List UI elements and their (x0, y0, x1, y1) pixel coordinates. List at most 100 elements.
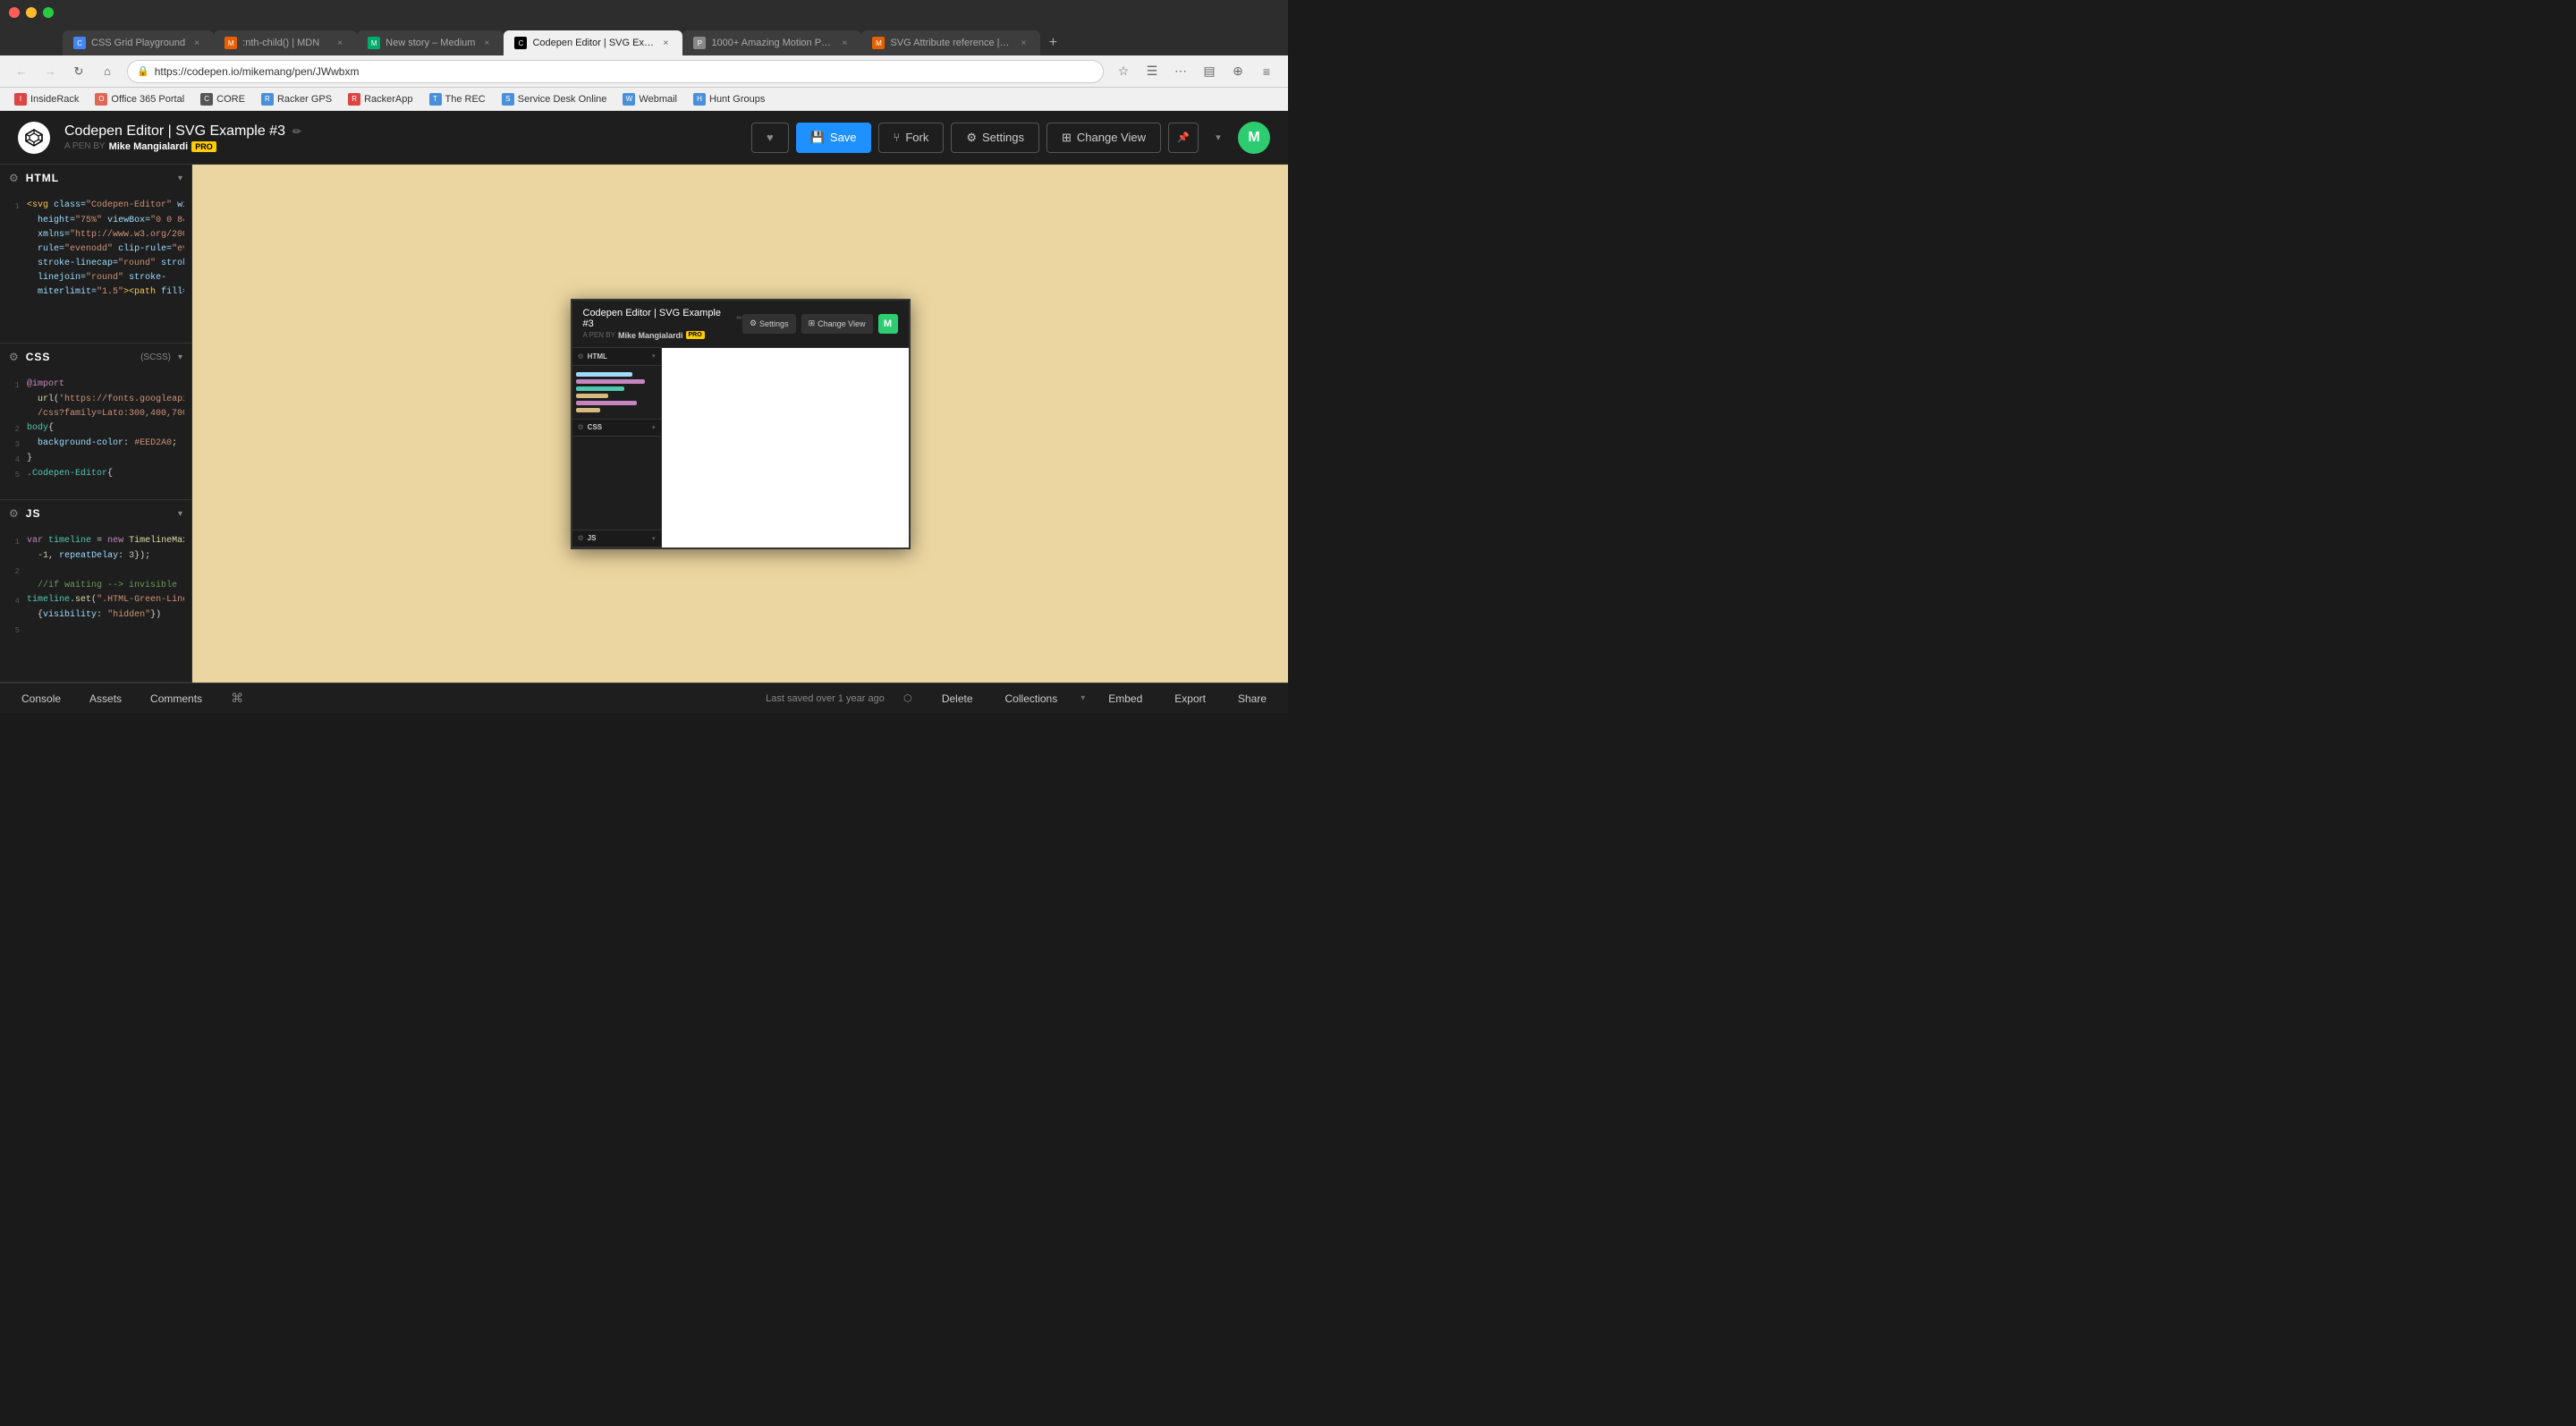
code-line: 5 .Codepen-Editor{ (7, 467, 184, 482)
embed-change-view-button[interactable]: ⊞ Change View (801, 314, 873, 334)
address-input[interactable]: 🔒 https://codepen.io/mikemang/pen/JWwbxm (127, 60, 1104, 83)
save-button[interactable]: 💾 Save (796, 123, 871, 153)
tab-svg-attr[interactable]: M SVG Attribute reference | M… × (861, 30, 1040, 55)
html-panel-header[interactable]: ⚙ HTML ▾ (0, 165, 191, 191)
export-button[interactable]: Export (1164, 687, 1216, 710)
code-line: -1, repeatDelay: 3}); (7, 549, 184, 564)
user-avatar[interactable]: M (1238, 122, 1270, 154)
html-gear-icon[interactable]: ⚙ (9, 172, 19, 184)
tab-close-svg-attr[interactable]: × (1017, 37, 1030, 49)
tab-close-css-grid[interactable]: × (191, 37, 203, 49)
fork-button[interactable]: ⑂ Fork (878, 123, 945, 153)
tab-close-new-story[interactable]: × (480, 37, 493, 49)
tab-close-motion[interactable]: × (838, 37, 851, 49)
embed-settings-button[interactable]: ⚙ Settings (742, 314, 796, 334)
bookmark-webmail[interactable]: W Webmail (615, 91, 684, 107)
code-line: /css?family=Lato:300,400,700,900'); (7, 407, 184, 421)
change-view-icon: ⊞ (1062, 131, 1072, 145)
traffic-light-red[interactable] (9, 7, 20, 18)
html-code-area[interactable]: 1 <svg class="Codepen-Editor" width="75%… (0, 195, 191, 303)
collections-button[interactable]: Collections (995, 687, 1069, 710)
bookmark-office365[interactable]: O Office 365 Portal (88, 91, 191, 107)
dropdown-button[interactable]: ▾ (1206, 123, 1231, 153)
bookmark-therec[interactable]: T The REC (422, 91, 493, 107)
css-panel: ⚙ CSS (SCSS) ▾ 1 @import url('https://fo… (0, 344, 191, 500)
embed-js-title: JS (588, 534, 648, 542)
embed-css-title: CSS (588, 423, 648, 431)
embed-change-view-label: Change View (818, 319, 865, 328)
embed-button[interactable]: Embed (1097, 687, 1153, 710)
edit-title-icon[interactable]: ✏ (292, 125, 301, 138)
tab-close-nth-child[interactable]: × (334, 37, 346, 49)
traffic-light-yellow[interactable] (26, 7, 37, 18)
assets-tab[interactable]: Assets (79, 689, 132, 709)
codepen-actions: ♥ 💾 Save ⑂ Fork ⚙ Settings ⊞ Change View… (751, 122, 1270, 154)
sidebar-button[interactable]: ▤ (1197, 59, 1222, 84)
embed-html-gear-icon: ⚙ (578, 352, 584, 361)
css-chevron-icon[interactable]: ▾ (178, 352, 182, 362)
share-button[interactable]: Share (1227, 687, 1277, 710)
embed-html-chevron[interactable]: ▾ (652, 352, 656, 360)
js-gear-icon[interactable]: ⚙ (9, 507, 19, 520)
pin-button[interactable]: 📌 (1168, 123, 1199, 153)
reader-view-button[interactable]: ☰ (1140, 59, 1165, 84)
js-code-area[interactable]: 1 var timeline = new TimelineMax({repeat… (0, 531, 191, 641)
heart-icon: ♥ (767, 131, 774, 144)
forward-button[interactable]: → (38, 59, 63, 84)
html-chevron-icon[interactable]: ▾ (178, 174, 182, 183)
embed-settings-label: Settings (759, 319, 789, 328)
embed-js-chevron[interactable]: ▾ (652, 535, 656, 542)
comments-tab[interactable]: Comments (140, 689, 213, 709)
embed-avatar[interactable]: M (878, 314, 898, 334)
save-label: Save (830, 131, 857, 144)
settings-button[interactable]: ⚙ Settings (951, 123, 1039, 153)
delete-button[interactable]: Delete (931, 687, 984, 710)
bookmark-servicedesk[interactable]: S Service Desk Online (495, 91, 614, 107)
tab-close-codepen[interactable]: × (659, 37, 672, 49)
console-tab[interactable]: Console (11, 689, 72, 709)
bookmarks-button[interactable]: ☆ (1111, 59, 1136, 84)
embed-js-gear-icon: ⚙ (578, 534, 584, 542)
embed-css-gear-icon: ⚙ (578, 423, 584, 431)
embed-html-header[interactable]: ⚙ HTML ▾ (572, 348, 661, 366)
bookmark-icon-rackerapp: R (348, 93, 360, 106)
zoom-button[interactable]: ⊕ (1225, 59, 1250, 84)
bookmark-huntgroups[interactable]: H Hunt Groups (686, 91, 772, 107)
bookmark-icon-core: C (200, 93, 213, 106)
tab-title-codepen: Codepen Editor | SVG Exam… (532, 38, 654, 48)
new-tab-button[interactable]: + (1040, 30, 1065, 55)
tab-favicon-nth-child: M (225, 37, 237, 49)
embed-preview: Codepen Editor | SVG Example #3 ✏ A PEN … (571, 299, 911, 549)
bookmark-insiderack[interactable]: I InsideRack (7, 91, 86, 107)
external-link-icon[interactable]: ⬡ (895, 686, 920, 711)
refresh-button[interactable]: ↻ (66, 59, 91, 84)
back-button[interactable]: ← (9, 59, 34, 84)
css-panel-header[interactable]: ⚙ CSS (SCSS) ▾ (0, 344, 191, 370)
home-button[interactable]: ⌂ (95, 59, 120, 84)
css-gear-icon[interactable]: ⚙ (9, 351, 19, 363)
more-button[interactable]: ≡ (1254, 59, 1279, 84)
embed-html-code (572, 366, 661, 419)
js-panel-header[interactable]: ⚙ JS ▾ (0, 500, 191, 527)
tab-new-story[interactable]: M New story – Medium × (357, 30, 504, 55)
menu-button[interactable]: ⋯ (1168, 59, 1193, 84)
bookmark-rackerapp[interactable]: R RackerApp (341, 91, 419, 107)
bookmark-rackergps[interactable]: R Racker GPS (254, 91, 339, 107)
embed-css-header[interactable]: ⚙ CSS ▾ (572, 419, 661, 437)
bookmark-label-therec: The REC (445, 94, 486, 105)
tab-motion[interactable]: P 1000+ Amazing Motion Pho… × (682, 30, 861, 55)
traffic-light-green[interactable] (43, 7, 54, 18)
css-code-area[interactable]: 1 @import url('https://fonts.googleapis.… (0, 374, 191, 486)
embed-js-header[interactable]: ⚙ JS ▾ (572, 530, 661, 547)
embed-css-chevron[interactable]: ▾ (652, 424, 656, 431)
bookmark-core[interactable]: C CORE (193, 91, 252, 107)
cmd-icon[interactable]: ⌘ (220, 687, 254, 709)
collections-chevron-icon[interactable]: ▾ (1079, 693, 1087, 703)
tab-title-new-story: New story – Medium (386, 38, 475, 48)
tab-codepen[interactable]: C Codepen Editor | SVG Exam… × (504, 30, 682, 55)
tab-nth-child[interactable]: M :nth-child() | MDN × (214, 30, 357, 55)
heart-button[interactable]: ♥ (751, 123, 789, 153)
change-view-button[interactable]: ⊞ Change View (1046, 123, 1161, 153)
tab-css-grid[interactable]: C CSS Grid Playground × (63, 30, 214, 55)
js-chevron-icon[interactable]: ▾ (178, 509, 182, 519)
